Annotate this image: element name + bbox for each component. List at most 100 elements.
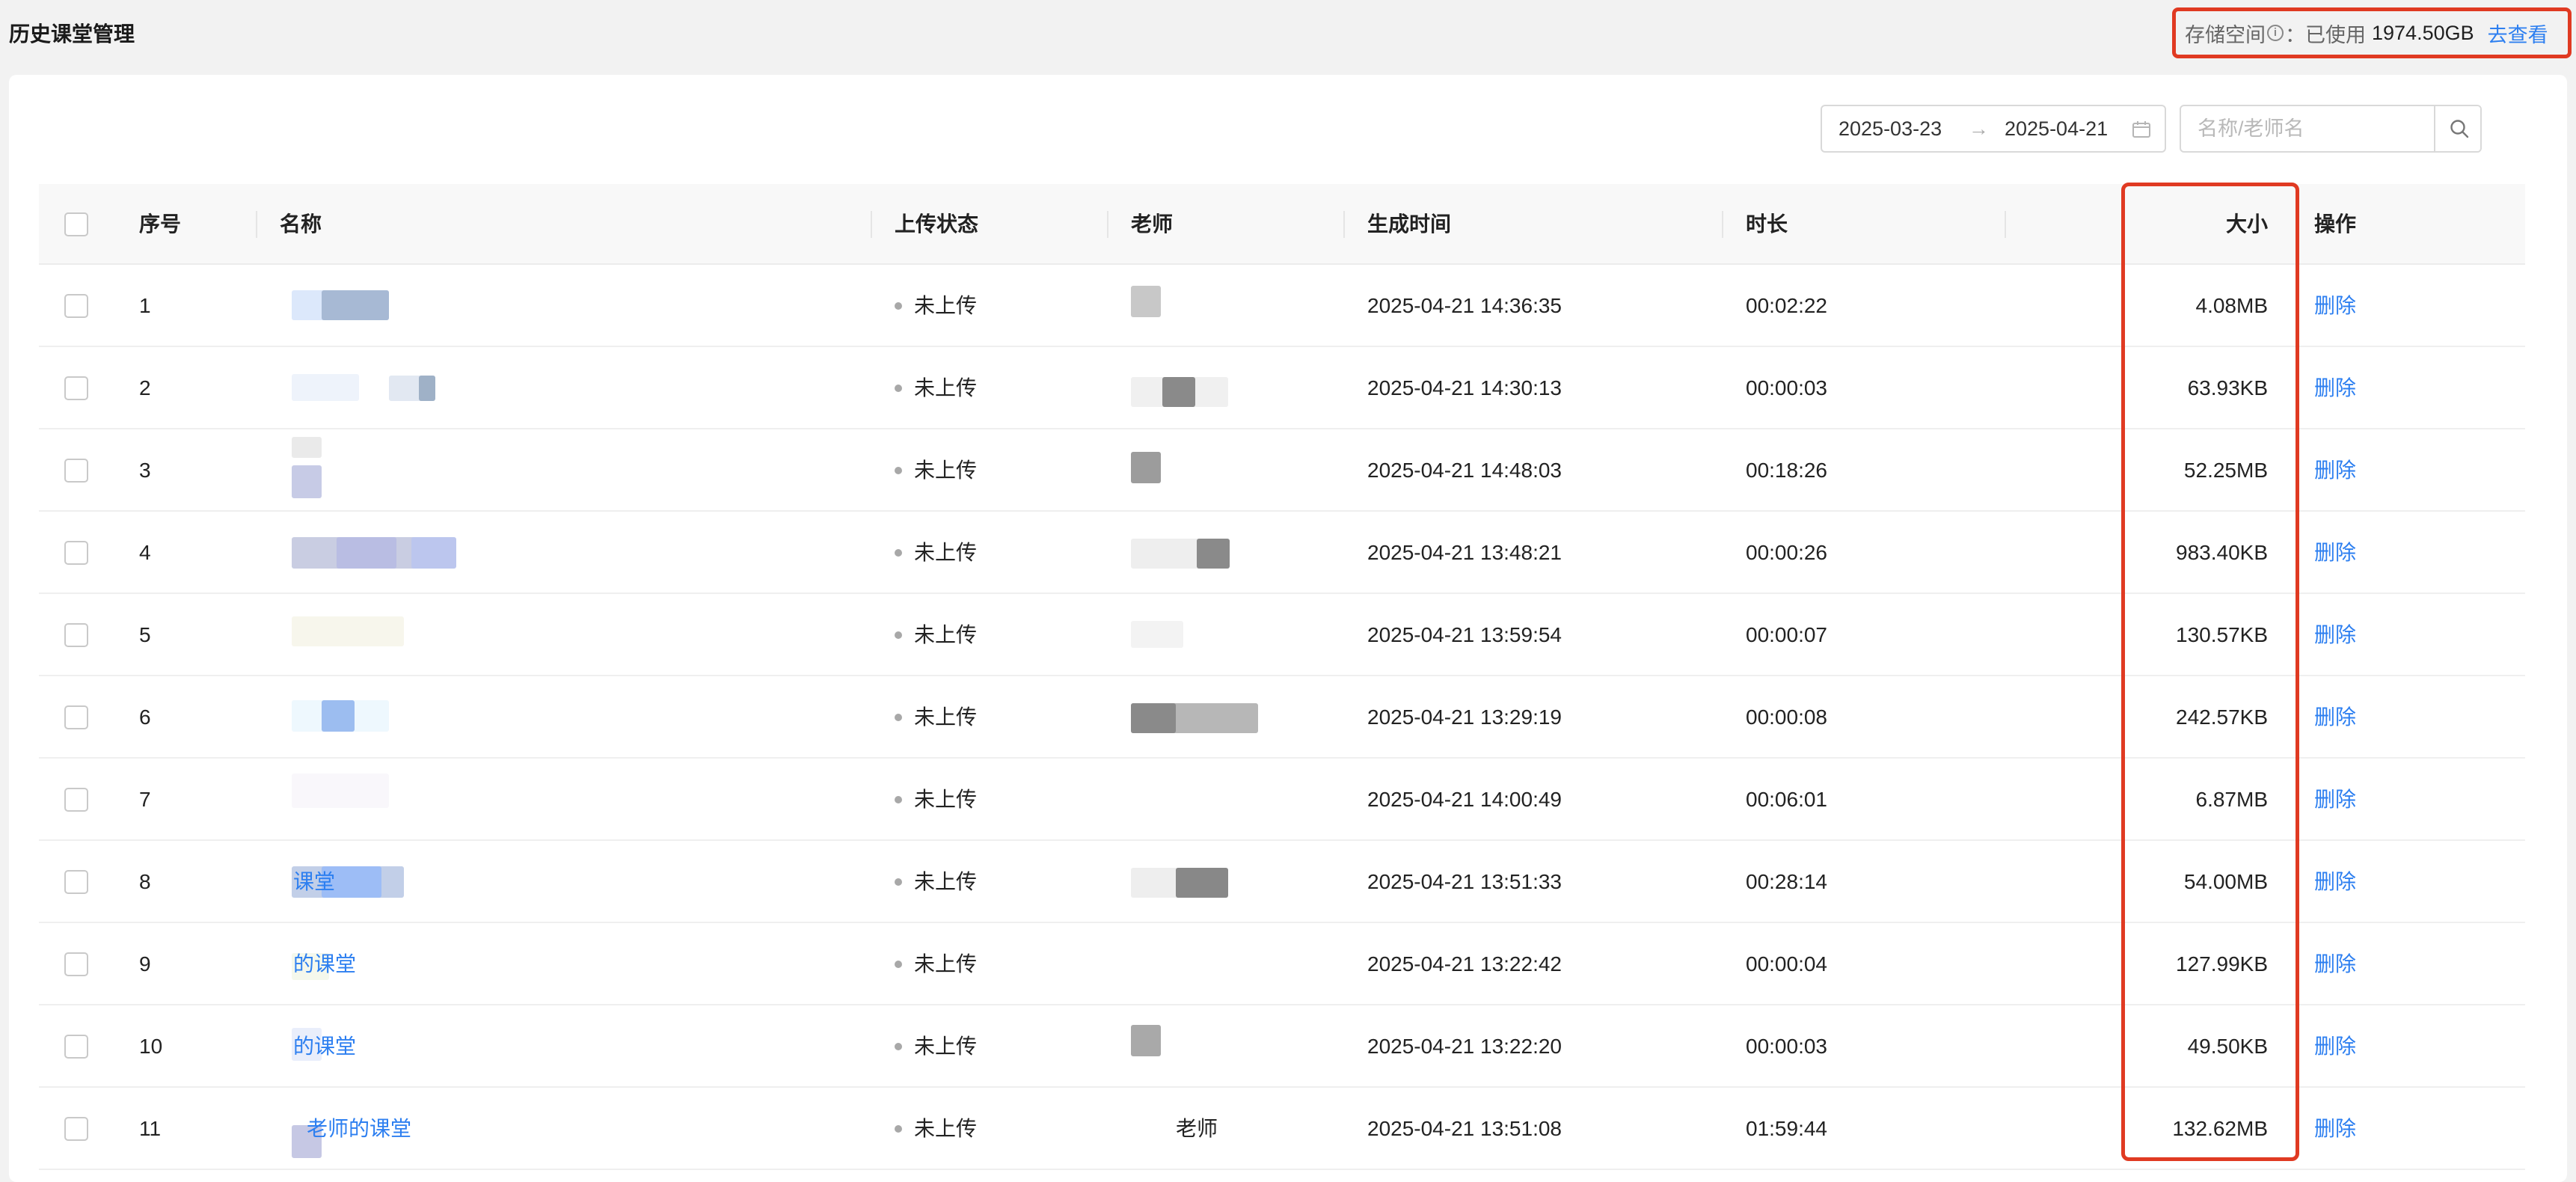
redaction-patch <box>411 537 456 569</box>
table-row: 11 老师的课堂 未上传 老师 2025-04-21 13:51:08 01:59:44 1… <box>39 1088 2525 1170</box>
status-dot <box>895 384 902 392</box>
row-size: 983.40KB <box>2176 541 2268 564</box>
status-dot <box>895 548 902 557</box>
redaction-patch <box>1176 868 1228 898</box>
row-upload-status: 未上传 <box>895 759 977 841</box>
redaction-patch <box>292 374 359 401</box>
row-checkbox[interactable] <box>64 1117 88 1141</box>
delete-button[interactable]: 删除 <box>2314 1005 2356 1088</box>
table-row: 10 的课堂 未上传 2025-04-21 13:22:20 00:00:03 49.50… <box>39 1005 2525 1088</box>
status-dot <box>895 1042 902 1050</box>
delete-button[interactable]: 删除 <box>2314 512 2356 594</box>
row-upload-status: 未上传 <box>895 1005 977 1088</box>
row-name-cell[interactable] <box>292 594 860 676</box>
row-checkbox[interactable] <box>64 541 88 565</box>
delete-button[interactable]: 删除 <box>2314 1088 2356 1170</box>
table-row: 5 未上传 2025-04-21 13:59:54 00:00:07 130.57KB 删… <box>39 594 2525 676</box>
row-name-cell[interactable]: 课堂 <box>292 841 860 923</box>
row-created-time: 2025-04-21 13:48:21 <box>1367 541 1562 564</box>
row-name-cell[interactable] <box>292 759 860 841</box>
status-dot <box>895 713 902 721</box>
row-name-cell[interactable]: 的课堂 <box>292 1005 860 1088</box>
row-size: 52.25MB <box>2183 459 2268 482</box>
row-duration: 00:00:08 <box>1746 705 1827 729</box>
row-name-cell[interactable]: 老师的课堂 <box>292 1088 860 1170</box>
table-row: 8 课堂 未上传 2025-04-21 13:51:33 00:28:14 54.00MB… <box>39 841 2525 923</box>
status-text: 未上传 <box>914 541 978 564</box>
delete-button[interactable]: 删除 <box>2314 676 2356 759</box>
redaction-patch <box>419 376 435 401</box>
row-created-time: 2025-04-21 14:30:13 <box>1367 376 1562 399</box>
column-divider <box>1343 211 1345 238</box>
status-dot <box>895 878 902 886</box>
row-duration: 00:00:03 <box>1746 376 1827 399</box>
row-name-link[interactable]: 的课堂 <box>293 923 356 1005</box>
row-checkbox[interactable] <box>64 376 88 400</box>
row-checkbox[interactable] <box>64 952 88 976</box>
delete-button[interactable]: 删除 <box>2314 265 2356 347</box>
row-name-link[interactable]: 课堂 <box>293 841 335 923</box>
row-teacher <box>1131 923 1340 1005</box>
row-checkbox[interactable] <box>64 1035 88 1059</box>
row-checkbox[interactable] <box>64 294 88 318</box>
info-icon[interactable]: i <box>2267 25 2284 41</box>
row-size: 242.57KB <box>2176 705 2268 729</box>
status-text: 未上传 <box>914 376 978 399</box>
status-dot <box>895 466 902 474</box>
row-upload-status: 未上传 <box>895 676 977 759</box>
delete-button[interactable]: 删除 <box>2314 759 2356 841</box>
delete-button[interactable]: 删除 <box>2314 841 2356 923</box>
row-checkbox[interactable] <box>64 623 88 647</box>
date-arrow: → <box>1969 117 1989 140</box>
row-upload-status: 未上传 <box>895 347 977 429</box>
row-name-cell[interactable] <box>292 512 860 594</box>
row-duration: 00:00:07 <box>1746 623 1827 646</box>
row-name-link[interactable]: 的课堂 <box>293 1005 356 1088</box>
row-upload-status: 未上传 <box>895 923 977 1005</box>
row-upload-status: 未上传 <box>895 841 977 923</box>
row-teacher: 老师 <box>1131 1088 1340 1170</box>
status-text: 未上传 <box>914 952 978 976</box>
row-created-time: 2025-04-21 14:00:49 <box>1367 788 1562 811</box>
row-checkbox[interactable] <box>64 459 88 483</box>
column-created-time: 生成时间 <box>1367 212 1452 236</box>
row-checkbox[interactable] <box>64 705 88 729</box>
row-checkbox[interactable] <box>64 870 88 894</box>
date-start[interactable]: 2025-03-23 <box>1839 117 1942 141</box>
column-teacher: 老师 <box>1131 212 1174 236</box>
status-dot <box>895 960 902 968</box>
status-dot <box>895 631 902 639</box>
table-header: 序号 名称 上传状态 老师 生成时间 时长 大小 操作 <box>39 184 2525 265</box>
page-title: 历史课堂管理 <box>9 22 135 46</box>
row-created-time: 2025-04-21 13:51:08 <box>1367 1117 1562 1140</box>
row-name-cell[interactable] <box>292 676 860 759</box>
search-button[interactable] <box>2434 106 2480 151</box>
status-text: 未上传 <box>914 1035 978 1058</box>
redaction-patch <box>1131 286 1161 317</box>
row-checkbox[interactable] <box>64 788 88 812</box>
row-index: 8 <box>139 870 151 893</box>
date-end[interactable]: 2025-04-21 <box>2005 117 2108 141</box>
status-text: 未上传 <box>914 870 978 893</box>
delete-button[interactable]: 删除 <box>2314 429 2356 512</box>
column-upload-status: 上传状态 <box>895 212 979 236</box>
row-created-time: 2025-04-21 14:36:35 <box>1367 294 1562 317</box>
delete-button[interactable]: 删除 <box>2314 923 2356 1005</box>
date-range-picker[interactable]: 2025-03-23 → 2025-04-21 <box>1821 105 2166 153</box>
column-divider <box>871 211 872 238</box>
delete-button[interactable]: 删除 <box>2314 347 2356 429</box>
status-text: 未上传 <box>914 705 978 729</box>
row-name-cell[interactable] <box>292 265 860 347</box>
delete-button[interactable]: 删除 <box>2314 594 2356 676</box>
row-name-cell[interactable] <box>292 429 860 512</box>
row-duration: 01:59:44 <box>1746 1117 1827 1140</box>
column-divider <box>1722 211 1723 238</box>
row-created-time: 2025-04-21 13:22:42 <box>1367 952 1562 976</box>
row-name-link[interactable]: 老师的课堂 <box>307 1088 411 1170</box>
storage-usage: 存储空间 i ：已使用 1974.50GB 去查看 <box>2172 7 2572 58</box>
view-storage-link[interactable]: 去查看 <box>2488 19 2548 48</box>
row-name-cell[interactable]: 的课堂 <box>292 923 860 1005</box>
row-name-cell[interactable] <box>292 347 860 429</box>
row-teacher <box>1131 841 1340 923</box>
select-all-checkbox[interactable] <box>64 212 88 236</box>
